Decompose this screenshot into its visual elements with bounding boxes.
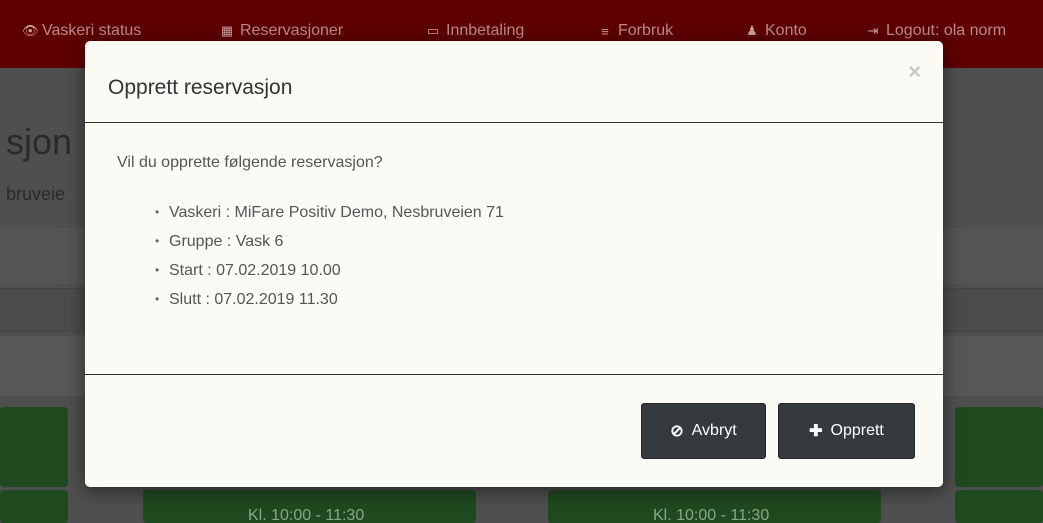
nav-vaskeri-status[interactable]: 👁 Vaskeri status [22,22,141,40]
reservation-slot[interactable] [955,407,1043,487]
nav-label: Vaskeri status [42,22,142,39]
nav-label: Logout: ola norm [886,22,1007,39]
reservation-slot[interactable] [0,407,68,487]
eye-icon: 👁 [22,23,39,38]
page-subtitle: bruveie [6,184,66,204]
detail-end: Slutt : 07.02.2019 11.30 [155,285,504,314]
list-icon: ≡ [601,23,609,39]
modal-title: Opprett reservasjon [108,76,293,99]
modal-footer: ⊘ Avbryt ✚ Opprett [85,375,943,487]
modal-header: Opprett reservasjon × [85,41,943,123]
create-reservation-modal: Opprett reservasjon × Vil du opprette fø… [85,41,943,487]
modal-body: Vil du opprette følgende reservasjon? Va… [85,123,943,375]
calendar-icon: ▦ [220,23,234,38]
confirmation-question: Vil du opprette følgende reservasjon? [117,154,383,171]
reservation-slot[interactable] [955,490,1043,523]
slot-time-label: Kl. 10:00 - 11:30 [653,507,770,523]
detail-laundry: Vaskeri : MiFare Positiv Demo, Nesbruvei… [155,198,504,227]
create-button[interactable]: ✚ Opprett [778,403,915,459]
cancel-label: Avbryt [691,422,737,439]
cancel-button[interactable]: ⊘ Avbryt [641,403,766,459]
nav-logout[interactable]: ⇥ Logout: ola norm [866,22,1007,40]
close-icon[interactable]: × [908,61,921,83]
detail-start: Start : 07.02.2019 10.00 [155,256,504,285]
ban-icon: ⊘ [670,423,684,440]
plus-icon: ✚ [809,423,823,440]
nav-label: Innbetaling [446,22,525,39]
nav-innbetaling[interactable]: ▭ Innbetaling [426,22,524,40]
logout-icon: ⇥ [867,23,879,38]
credit-card-icon: ▭ [426,23,440,38]
slot-time-label: Kl. 10:00 - 11:30 [248,507,365,523]
reservation-details-list: Vaskeri : MiFare Positiv Demo, Nesbruvei… [155,198,504,314]
user-icon: ♟ [746,23,758,38]
page-title: sjon [6,121,73,162]
nav-forbruk[interactable]: ≡ Forbruk [598,22,673,40]
nav-label: Konto [765,22,807,39]
create-label: Opprett [830,422,884,439]
reservation-slot[interactable] [0,490,68,523]
nav-konto[interactable]: ♟ Konto [745,22,807,40]
nav-label: Reservasjoner [240,22,344,39]
nav-reservasjoner[interactable]: ▦ Reservasjoner [220,22,343,40]
nav-label: Forbruk [618,22,674,39]
detail-group: Gruppe : Vask 6 [155,227,504,256]
